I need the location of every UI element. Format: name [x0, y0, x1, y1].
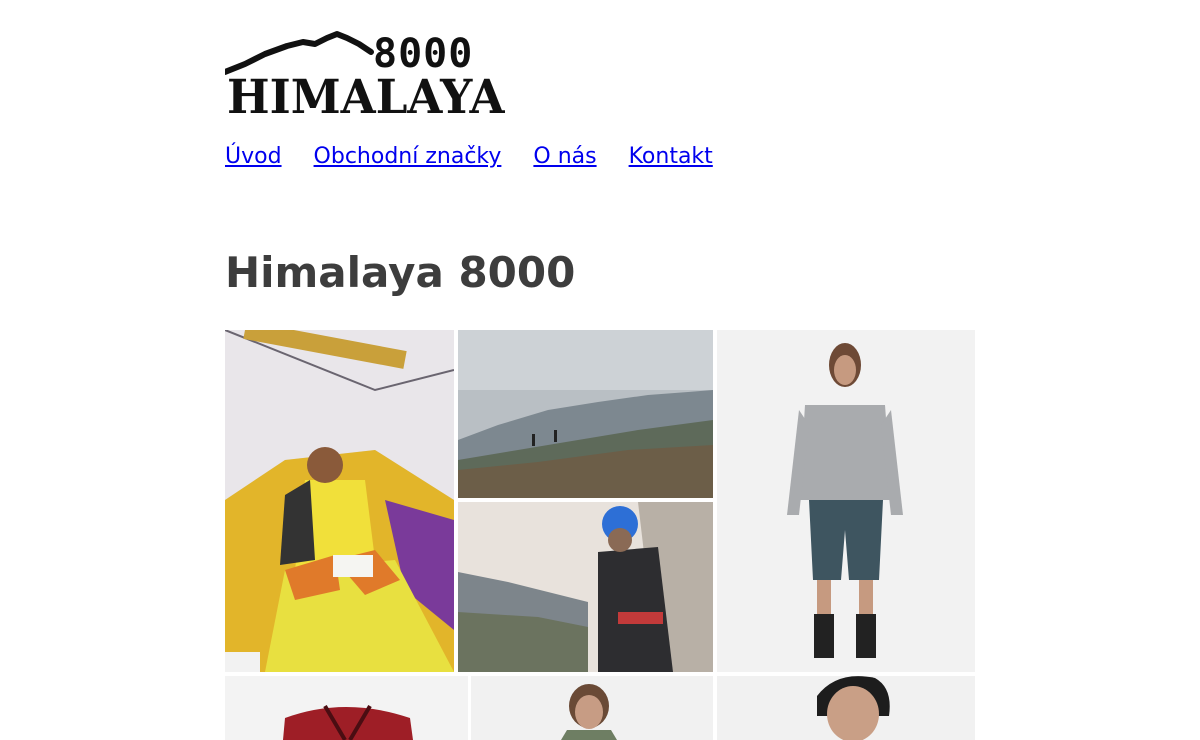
gallery-image-climber[interactable] [458, 502, 713, 672]
site-logo[interactable]: 8000 HIMALAYA [225, 30, 527, 124]
nav-link-kontakt[interactable]: Kontakt [629, 144, 713, 169]
logo-wordmark: HIMALAYA [227, 70, 505, 125]
gallery-image-green-jacket[interactable] [471, 676, 713, 740]
gallery-image-portrait[interactable] [717, 676, 975, 740]
gallery-image-red-backpack[interactable] [225, 676, 468, 740]
nav-link-uvod[interactable]: Úvod [225, 144, 282, 169]
nav-link-o-nas[interactable]: O nás [533, 144, 596, 169]
page-title: Himalaya 8000 [225, 248, 576, 297]
nav-link-obchodni-znacky[interactable]: Obchodní značky [314, 144, 502, 169]
gallery-image-grey-hoodie-model[interactable] [717, 330, 975, 672]
gallery-image-tent-reader[interactable] [225, 330, 454, 672]
main-navigation: Úvod Obchodní značky O nás Kontakt [225, 144, 713, 169]
gallery-image-hikers-ridge[interactable] [458, 330, 713, 498]
